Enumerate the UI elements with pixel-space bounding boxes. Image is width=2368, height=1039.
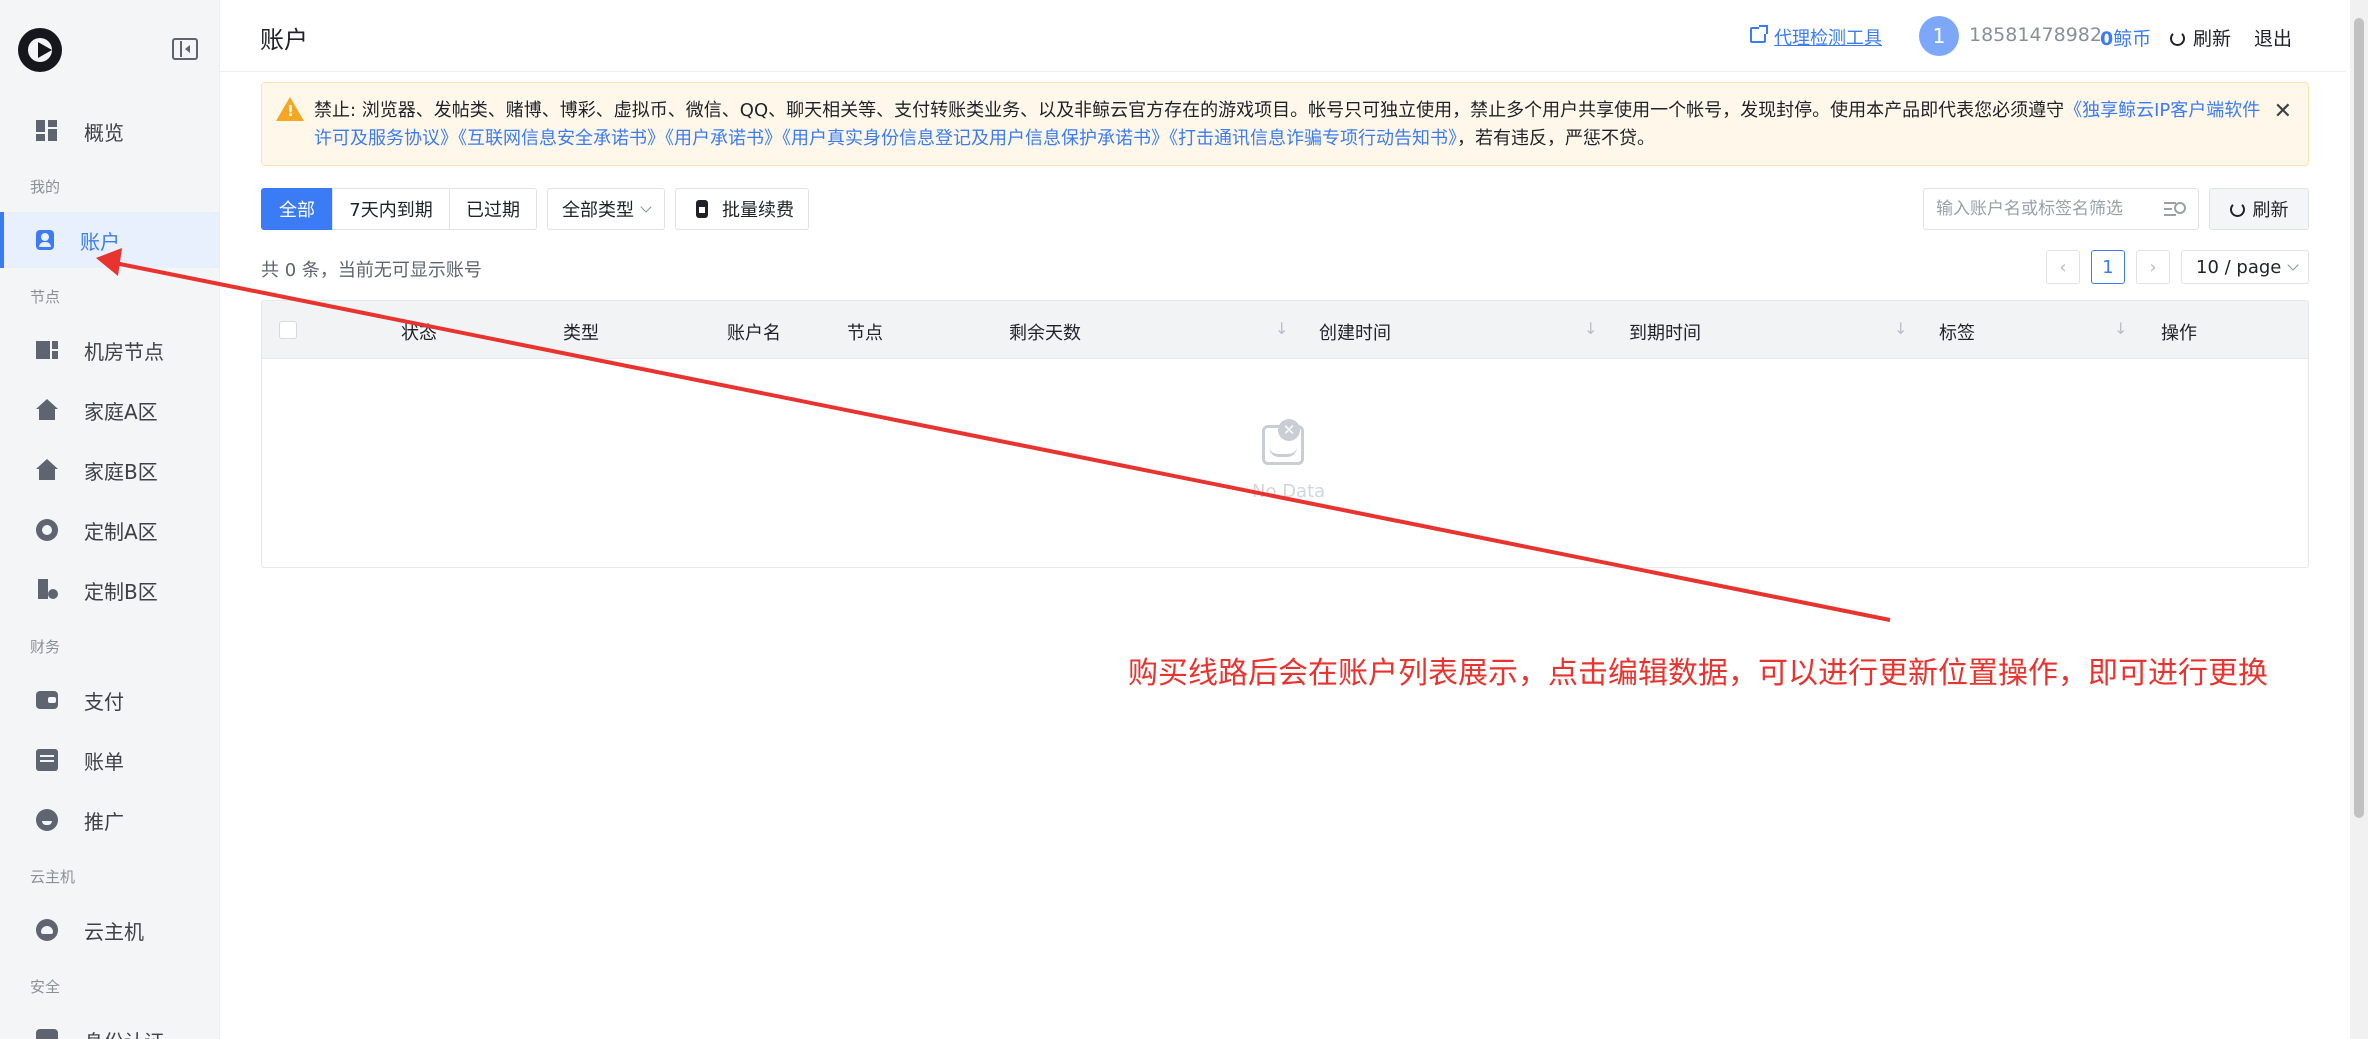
annotation-arrow-line <box>114 261 1891 622</box>
annotation-arrow-head <box>96 248 122 276</box>
annotation-arrow <box>96 248 1891 622</box>
scrollbar-thumb[interactable] <box>2354 18 2364 818</box>
scrollbar[interactable] <box>2350 0 2368 1039</box>
annotation-text: 购买线路后会在账户列表展示，点击编辑数据，可以进行更新位置操作，即可进行更换 <box>1128 656 2268 691</box>
